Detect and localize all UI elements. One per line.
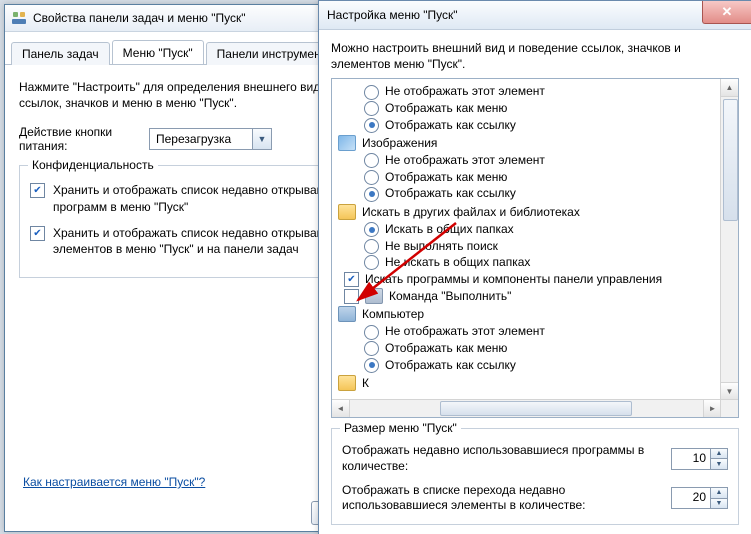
option-label: Отображать как меню xyxy=(385,170,507,186)
option-label: Не отображать этот элемент xyxy=(385,153,545,169)
spinner-value: 10 xyxy=(672,449,710,469)
search-cp-checkbox[interactable] xyxy=(344,272,359,287)
option-label: Отображать как ссылку xyxy=(385,358,516,374)
radio-hide[interactable] xyxy=(364,325,379,340)
start-menu-size-group: Размер меню "Пуск" Отображать недавно ис… xyxy=(331,428,739,524)
scroll-right-button[interactable]: ► xyxy=(703,400,721,417)
close-button[interactable]: ✕ xyxy=(702,1,751,24)
radio-menu[interactable] xyxy=(364,101,379,116)
scroll-thumb[interactable] xyxy=(723,99,738,221)
radio-link[interactable] xyxy=(364,187,379,202)
group-label: Компьютер xyxy=(362,307,424,321)
computer-icon xyxy=(338,306,356,322)
group-title: Конфиденциальность xyxy=(28,158,158,172)
radio-no-search[interactable] xyxy=(364,239,379,254)
recent-programs-label: Отображать недавно использовавшиеся прог… xyxy=(342,443,671,474)
option-label: Искать в общих папках xyxy=(385,222,514,238)
radio-search-public[interactable] xyxy=(364,222,379,237)
intro-text: Можно настроить внешний вид и поведение … xyxy=(331,40,739,72)
close-icon: ✕ xyxy=(722,4,733,20)
scroll-thumb-h[interactable] xyxy=(440,401,632,416)
horizontal-scrollbar[interactable]: ◄ ► xyxy=(332,399,721,417)
scroll-down-button[interactable]: ▼ xyxy=(721,382,738,400)
option-label: Не отображать этот элемент xyxy=(385,324,545,340)
jump-list-spinner[interactable]: 20 ▲▼ xyxy=(671,487,728,509)
radio-menu[interactable] xyxy=(364,341,379,356)
group-label: К xyxy=(362,376,369,390)
chevron-down-icon: ▼ xyxy=(252,129,271,149)
tab-start-menu[interactable]: Меню "Пуск" xyxy=(112,40,204,64)
radio-hide[interactable] xyxy=(364,153,379,168)
group-label: Изображения xyxy=(362,136,437,150)
group-title: Размер меню "Пуск" xyxy=(340,421,461,435)
radio-link[interactable] xyxy=(364,118,379,133)
radio-no-public[interactable] xyxy=(364,255,379,270)
option-label: Отображать как ссылку xyxy=(385,186,516,202)
run-command-checkbox[interactable] xyxy=(344,289,359,304)
option-label: Искать программы и компоненты панели упр… xyxy=(365,272,662,288)
option-label: Не выполнять поиск xyxy=(385,239,498,255)
scroll-up-button[interactable]: ▲ xyxy=(721,79,738,97)
spinner-up-icon[interactable]: ▲ xyxy=(711,449,727,460)
scroll-corner xyxy=(720,399,738,417)
option-label: Не отображать этот элемент xyxy=(385,84,545,100)
jump-list-label: Отображать в списке перехода недавно исп… xyxy=(342,483,671,514)
dialog-body: Можно настроить внешний вид и поведение … xyxy=(319,30,751,531)
option-label: Не искать в общих папках xyxy=(385,255,530,271)
pictures-icon xyxy=(338,135,356,151)
power-action-label: Действие кнопки питания: xyxy=(19,125,149,153)
group-label: Команда "Выполнить" xyxy=(389,289,511,305)
option-label: Отображать как меню xyxy=(385,101,507,117)
window-title: Настройка меню "Пуск" xyxy=(327,8,458,22)
option-label: Отображать как ссылку xyxy=(385,118,516,134)
list-content: Не отображать этот элемент Отображать ка… xyxy=(332,79,738,397)
tab-label: Панель задач xyxy=(22,47,99,61)
group-label: Искать в других файлах и библиотеках xyxy=(362,205,580,219)
tab-label: Меню "Пуск" xyxy=(123,46,193,60)
tab-taskbar[interactable]: Панель задач xyxy=(11,42,110,65)
store-programs-checkbox[interactable] xyxy=(30,183,45,198)
recent-programs-spinner[interactable]: 10 ▲▼ xyxy=(671,448,728,470)
scroll-left-button[interactable]: ◄ xyxy=(332,400,350,417)
combo-value: Перезагрузка xyxy=(150,132,252,146)
tab-label: Панели инструмен xyxy=(217,47,321,61)
folder-icon xyxy=(338,375,356,391)
folder-icon xyxy=(338,204,356,220)
spinner-down-icon[interactable]: ▼ xyxy=(711,459,727,469)
radio-hide[interactable] xyxy=(364,85,379,100)
radio-menu[interactable] xyxy=(364,170,379,185)
spinner-down-icon[interactable]: ▼ xyxy=(711,499,727,509)
option-label: Отображать как меню xyxy=(385,341,507,357)
window-icon xyxy=(11,10,27,26)
run-icon xyxy=(365,288,383,304)
window-title: Свойства панели задач и меню "Пуск" xyxy=(33,11,246,25)
power-action-combo[interactable]: Перезагрузка ▼ xyxy=(149,128,272,150)
titlebar[interactable]: Настройка меню "Пуск" ✕ xyxy=(319,1,751,30)
tab-toolbars[interactable]: Панели инструмен xyxy=(206,42,332,65)
customize-start-menu-dialog: Настройка меню "Пуск" ✕ Можно настроить … xyxy=(318,0,751,534)
spinner-value: 20 xyxy=(672,488,710,508)
vertical-scrollbar[interactable]: ▲ ▼ xyxy=(720,79,738,400)
options-listbox[interactable]: Не отображать этот элемент Отображать ка… xyxy=(331,78,739,418)
help-link[interactable]: Как настраивается меню "Пуск"? xyxy=(23,475,205,489)
store-items-checkbox[interactable] xyxy=(30,226,45,241)
radio-link[interactable] xyxy=(364,358,379,373)
spinner-up-icon[interactable]: ▲ xyxy=(711,488,727,499)
